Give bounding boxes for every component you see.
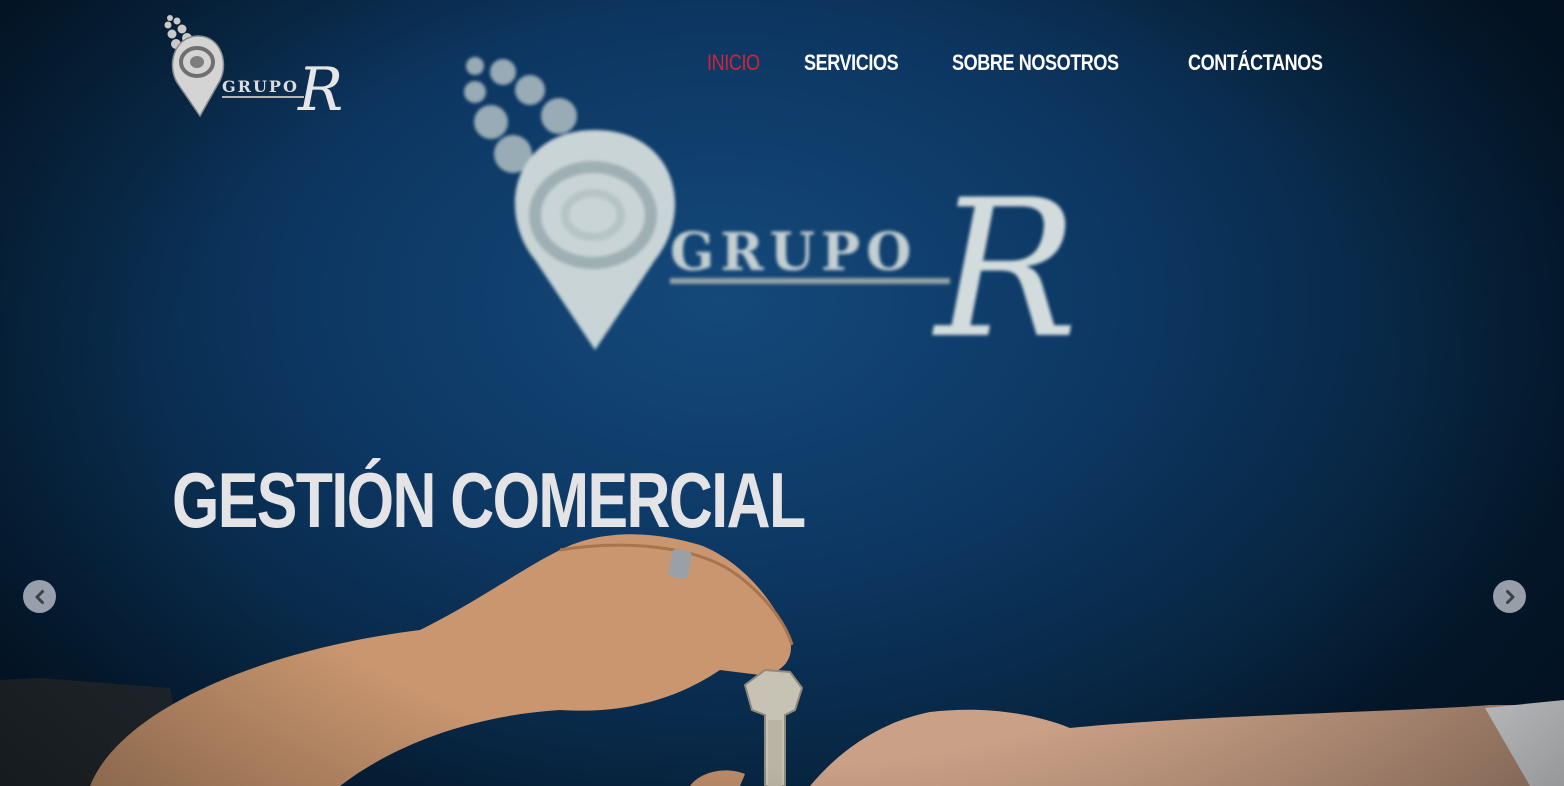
main-nav: INICIO SERVICIOS SOBRE NOSOTROS CONTÁCTA… (707, 50, 1352, 76)
nav-item-contactanos[interactable]: CONTÁCTANOS (1188, 50, 1323, 76)
wall-logo-r: R (932, 159, 1078, 370)
chevron-right-icon (1505, 589, 1514, 604)
nav-item-inicio[interactable]: INICIO (707, 50, 760, 76)
slide-headline: GESTIÓN COMERCIAL (172, 456, 806, 544)
chevron-left-icon (35, 589, 44, 604)
hero-slider: GRUPO R GRUPO R INICIO SERVICIOS SOBRE N… (0, 0, 1564, 786)
wall-logo-text: GRUPO (670, 222, 917, 283)
nav-item-sobre-nosotros[interactable]: SOBRE NOSOTROS (952, 50, 1119, 76)
carousel-next-button[interactable] (1493, 580, 1526, 613)
logo-text: GRUPO (222, 77, 299, 96)
site-header: GRUPO R INICIO SERVICIOS SOBRE NOSOTROS … (0, 0, 1564, 130)
nav-item-servicios[interactable]: SERVICIOS (804, 50, 899, 76)
grupo-r-logo[interactable]: GRUPO R (160, 12, 350, 122)
logo-r: R (297, 55, 343, 122)
carousel-prev-button[interactable] (23, 580, 56, 613)
key-icon (743, 668, 804, 786)
